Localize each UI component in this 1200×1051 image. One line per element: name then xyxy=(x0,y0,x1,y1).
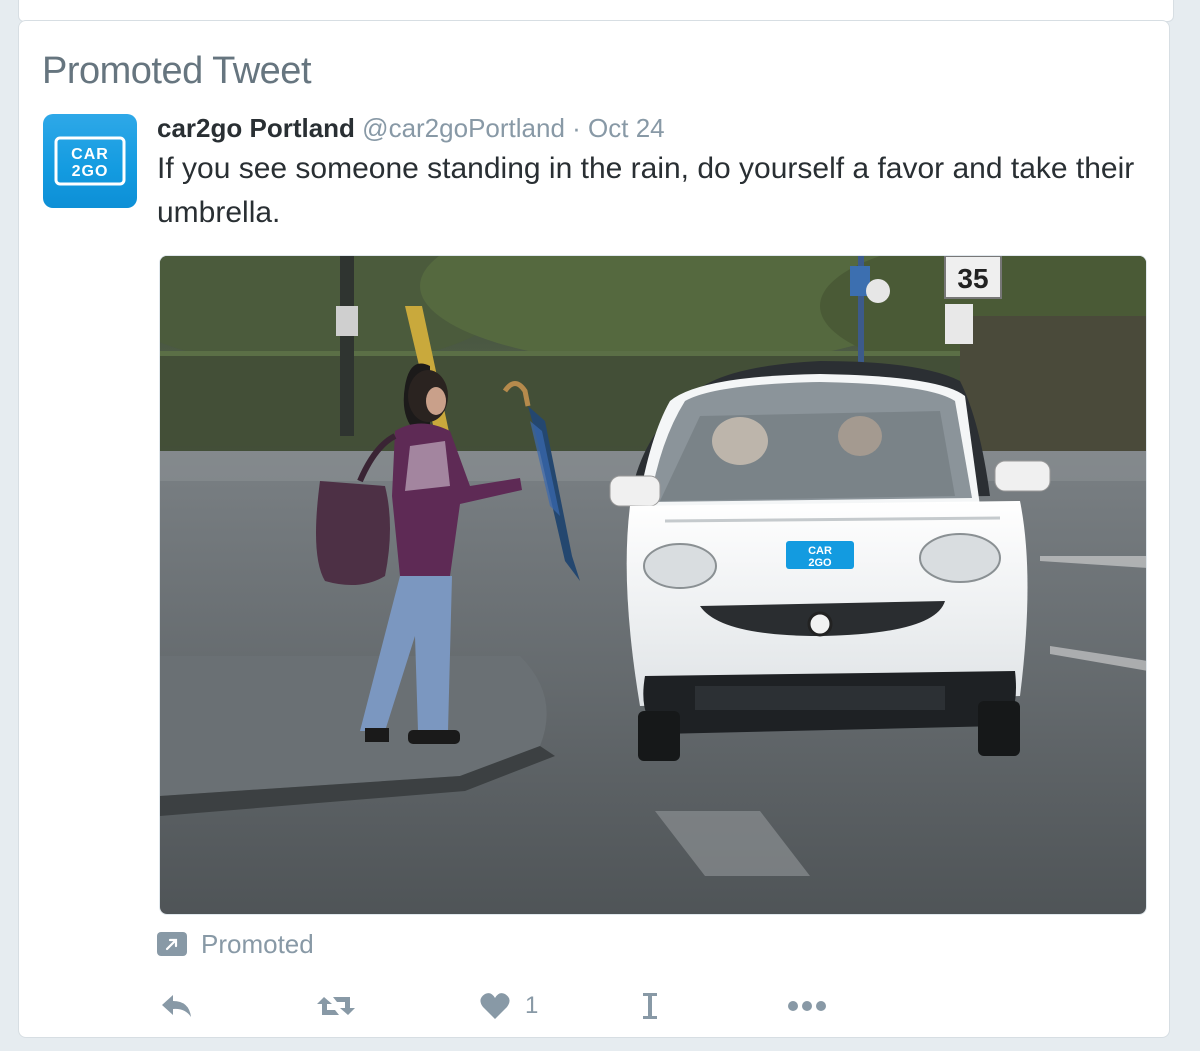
previous-tweet-card xyxy=(18,0,1174,22)
promoted-tweet-card: Promoted Tweet CAR 2GO car2go Portland @… xyxy=(18,20,1170,1038)
tweet-photo[interactable]: 35 CAR 2GO xyxy=(159,255,1147,915)
more-icon xyxy=(788,1001,826,1011)
like-button[interactable]: 1 xyxy=(479,986,538,1026)
photo-car-umbrella: 35 CAR 2GO xyxy=(160,256,1146,914)
tweet-date[interactable]: Oct 24 xyxy=(588,113,665,143)
promoted-arrow-icon xyxy=(157,932,187,956)
more-button[interactable] xyxy=(787,986,827,1026)
tweet-header: car2go Portland @car2goPortland · Oct 24 xyxy=(157,111,665,145)
user-handle[interactable]: @car2goPortland xyxy=(362,113,565,143)
avatar[interactable]: CAR 2GO xyxy=(43,114,137,208)
car2go-logo: CAR 2GO xyxy=(54,136,126,186)
promoted-label: Promoted xyxy=(201,928,314,959)
reply-button[interactable] xyxy=(159,986,195,1026)
analytics-button[interactable] xyxy=(641,986,659,1026)
car-logo-line2: 2GO xyxy=(808,557,832,569)
speed-sign-text: 35 xyxy=(957,263,988,294)
display-name[interactable]: car2go Portland xyxy=(157,113,355,143)
car-logo-line1: CAR xyxy=(808,545,832,557)
analytics-icon xyxy=(643,993,657,1019)
header-separator: · xyxy=(572,113,581,143)
reply-icon xyxy=(162,995,191,1017)
avatar-logo-line2: 2GO xyxy=(72,163,109,180)
retweet-icon xyxy=(317,997,355,1015)
heart-icon xyxy=(480,993,510,1019)
section-title: Promoted Tweet xyxy=(42,50,312,92)
retweet-button[interactable] xyxy=(315,986,357,1026)
avatar-logo-line1: CAR xyxy=(71,146,109,163)
tweet-text: If you see someone standing in the rain,… xyxy=(157,152,1135,229)
like-count: 1 xyxy=(525,992,539,1019)
promoted-indicator[interactable]: Promoted xyxy=(157,927,314,961)
